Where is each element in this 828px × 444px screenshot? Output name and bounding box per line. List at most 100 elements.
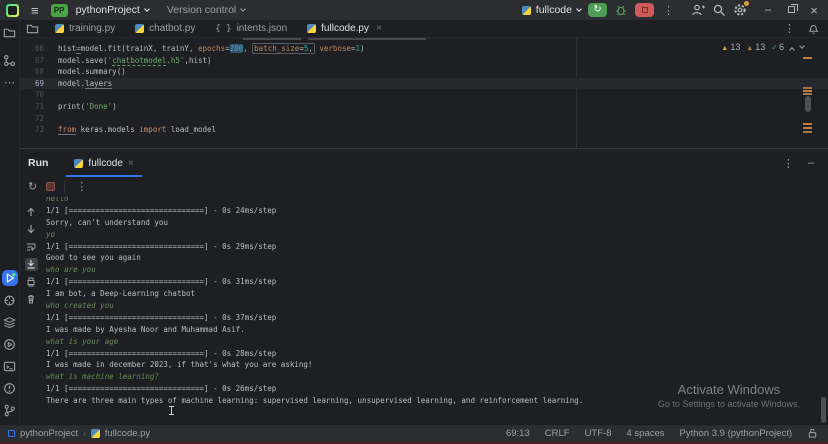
editor-tab-bar: training.py chatbot.py { } intents.json … (20, 20, 828, 38)
code-line[interactable]: 73from keras.models import load_model (20, 124, 828, 136)
line-number: 66 (20, 43, 44, 55)
tab-chatbot-py[interactable]: chatbot.py (125, 20, 205, 38)
chevron-down-icon (576, 6, 582, 12)
code-line[interactable]: 67model.save('chatbotmodel.h5',hist) (20, 55, 828, 67)
breadcrumb-separator: › (83, 429, 86, 438)
tab-intents-json[interactable]: { } intents.json (205, 20, 297, 38)
run-anything-icon[interactable] (2, 336, 18, 352)
run-toolbar: ↻ ⋮ (20, 177, 828, 196)
structure-icon[interactable] (2, 52, 18, 68)
soft-wrap-icon[interactable] (25, 240, 38, 253)
code-line[interactable]: 70 (20, 89, 828, 101)
prev-problem-icon[interactable] (790, 42, 794, 52)
line-number: 69 (20, 78, 44, 90)
console-line: 1/1 [==============================] - 0… (46, 276, 806, 288)
line-ending[interactable]: CRLF (545, 428, 570, 439)
python-file-icon (307, 24, 316, 33)
services-layers-icon[interactable] (2, 314, 18, 330)
search-icon[interactable] (712, 3, 726, 17)
run-tool-window: Run fullcode × ⋮ – ↻ ⋮ (20, 148, 828, 424)
run-panel-options-icon[interactable]: ⋮ (781, 157, 796, 170)
editor-lines: 66hist=model.fit(trainX, trainY, epochs=… (20, 43, 828, 136)
rerun-icon[interactable]: ↻ (28, 180, 37, 193)
weak-warning-icon: ▲ (746, 45, 753, 52)
project-folder-icon[interactable] (2, 24, 18, 40)
hide-panel-icon[interactable]: – (808, 157, 814, 169)
close-run-tab-icon[interactable]: × (128, 158, 134, 169)
run-panel-title: Run (28, 157, 48, 169)
terminal-icon[interactable] (2, 358, 18, 374)
indent-setting[interactable]: 4 spaces (626, 428, 664, 439)
clear-console-icon[interactable] (25, 293, 38, 306)
tab-training-py[interactable]: training.py (45, 20, 125, 38)
active-tab-underline (66, 175, 141, 178)
editor-scrollbar-thumb[interactable] (805, 96, 811, 112)
json-file-icon: { } (215, 24, 231, 34)
file-encoding[interactable]: UTF-8 (585, 428, 612, 439)
python-packages-icon[interactable] (2, 292, 18, 308)
more-actions-icon[interactable]: ⋮ (661, 4, 676, 17)
divider (64, 181, 65, 193)
error-stripe[interactable] (802, 38, 812, 148)
settings-notification-badge (744, 1, 749, 6)
rerun-button[interactable]: ↻ (588, 3, 607, 17)
window-minimize-button[interactable]: – (760, 4, 776, 16)
run-console[interactable]: hello 1/1 [==============================… (20, 197, 828, 425)
stop-button[interactable] (635, 3, 654, 17)
project-selector[interactable]: pythonProject (76, 4, 149, 16)
weak-warnings-count: ▲13 (746, 42, 765, 52)
tab-fullcode-py[interactable]: fullcode.py × (297, 20, 392, 38)
stop-disabled-icon (46, 182, 55, 191)
console-line: hello (46, 197, 806, 205)
code-line[interactable]: 68model.summary() (20, 66, 828, 78)
scroll-to-end-icon[interactable] (25, 258, 38, 271)
python-file-icon (55, 24, 64, 33)
jump-up-icon[interactable] (25, 205, 38, 218)
print-icon[interactable] (25, 275, 38, 288)
settings-gear-icon[interactable] (733, 3, 747, 17)
folder-icon[interactable] (26, 22, 39, 35)
more-tool-windows-icon[interactable]: ⋯ (2, 74, 18, 90)
main-menu-icon[interactable]: ≡ (27, 4, 43, 17)
project-avatar: PP (51, 4, 68, 17)
console-options-icon[interactable]: ⋮ (74, 180, 89, 193)
console-line: Good to see you again (46, 252, 806, 264)
console-scrollbar-thumb[interactable] (821, 397, 826, 423)
console-gutter (20, 205, 42, 306)
cursor-position[interactable]: 69:13 (506, 428, 530, 439)
line-number: 73 (20, 124, 44, 136)
typo-check-icon: ✓ (771, 43, 778, 52)
console-line: what is your age (46, 336, 806, 348)
code-editor[interactable]: 66hist=model.fit(trainX, trainY, epochs=… (20, 38, 828, 148)
run-tool-window-icon[interactable] (2, 270, 18, 286)
unlock-icon[interactable] (807, 428, 818, 439)
git-branch-icon[interactable] (2, 402, 18, 418)
debug-bug-icon[interactable] (614, 3, 628, 17)
breadcrumb[interactable]: pythonProject › fullcode.py (8, 428, 150, 439)
version-control-selector[interactable]: Version control (167, 4, 245, 16)
code-line[interactable]: 66hist=model.fit(trainX, trainY, epochs=… (20, 43, 828, 55)
clipped-line-remnant (243, 38, 301, 40)
run-config-selector[interactable]: fullcode (522, 4, 581, 16)
code-with-me-user-icon[interactable] (691, 3, 705, 17)
window-restore-button[interactable] (783, 4, 799, 16)
code-line[interactable]: 71print('Done') (20, 101, 828, 113)
run-panel-header: Run fullcode × ⋮ – (20, 149, 828, 177)
inspections-widget[interactable]: ▲13 ▲13 ✓6 (721, 42, 804, 52)
console-line: 1/1 [==============================] - 0… (46, 312, 806, 324)
tab-options-icon[interactable]: ⋮ (782, 22, 797, 35)
code-line[interactable]: 72 (20, 113, 828, 125)
window-close-button[interactable]: × (806, 3, 822, 18)
close-tab-icon[interactable]: × (376, 23, 382, 34)
jump-down-icon[interactable] (25, 223, 38, 236)
console-line: I was made in december 2023, if that's w… (46, 359, 806, 371)
notifications-bell-icon[interactable] (807, 22, 820, 35)
text-cursor (168, 406, 175, 415)
problems-icon[interactable] (2, 380, 18, 396)
code-line[interactable]: 69model.layers (20, 78, 828, 90)
python-file-icon (522, 6, 531, 15)
run-tab-fullcode[interactable]: fullcode × (66, 149, 141, 177)
console-line: who created you (46, 300, 806, 312)
console-line: yo (46, 229, 806, 241)
interpreter[interactable]: Python 3.9 (pythonProject) (680, 428, 792, 439)
